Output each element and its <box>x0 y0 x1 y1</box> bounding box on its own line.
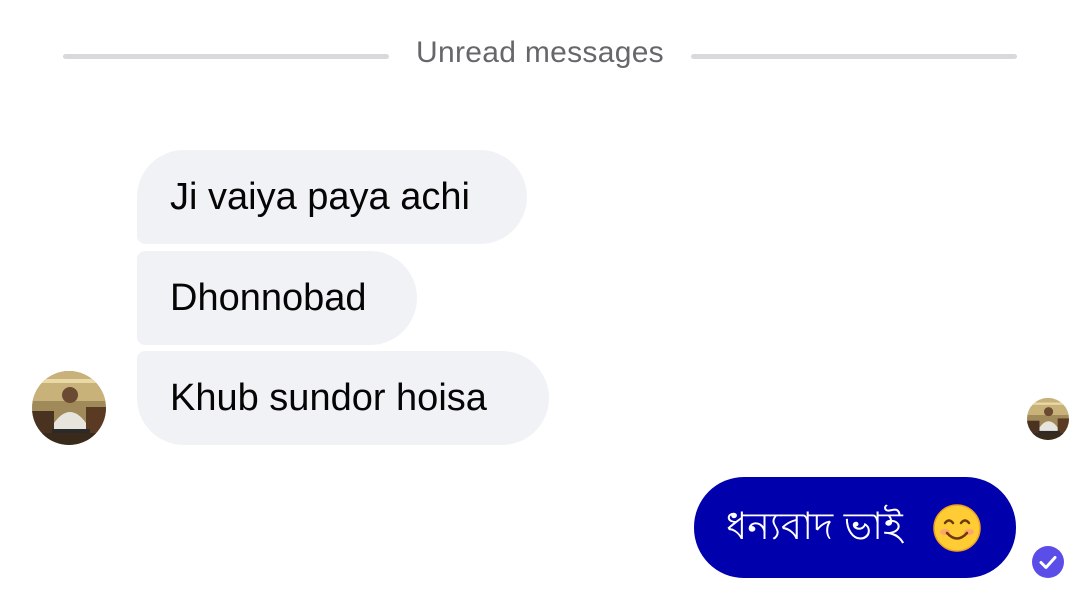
smiling-face-icon <box>933 504 981 552</box>
seen-avatar <box>1027 398 1069 440</box>
outgoing-message-text: ধন্যবাদ ভাই <box>726 506 903 548</box>
chat-thread: Unread messages Ji vaiya paya achi Dhonn… <box>0 0 1080 609</box>
incoming-message-bubble[interactable]: Khub sundor hoisa <box>137 351 549 445</box>
sender-avatar[interactable] <box>32 371 106 445</box>
incoming-message-bubble[interactable]: Ji vaiya paya achi <box>137 150 527 244</box>
divider-line-right <box>691 54 1017 59</box>
check-circle-icon <box>1032 546 1064 578</box>
seen-avatar-image <box>1027 398 1069 440</box>
unread-divider-label: Unread messages <box>416 36 664 69</box>
outgoing-message-bubble[interactable]: ধন্যবাদ ভাই <box>694 477 1016 578</box>
incoming-message-bubble[interactable]: Dhonnobad <box>137 251 417 345</box>
sender-avatar-image <box>32 371 106 445</box>
divider-line-left <box>63 54 389 59</box>
